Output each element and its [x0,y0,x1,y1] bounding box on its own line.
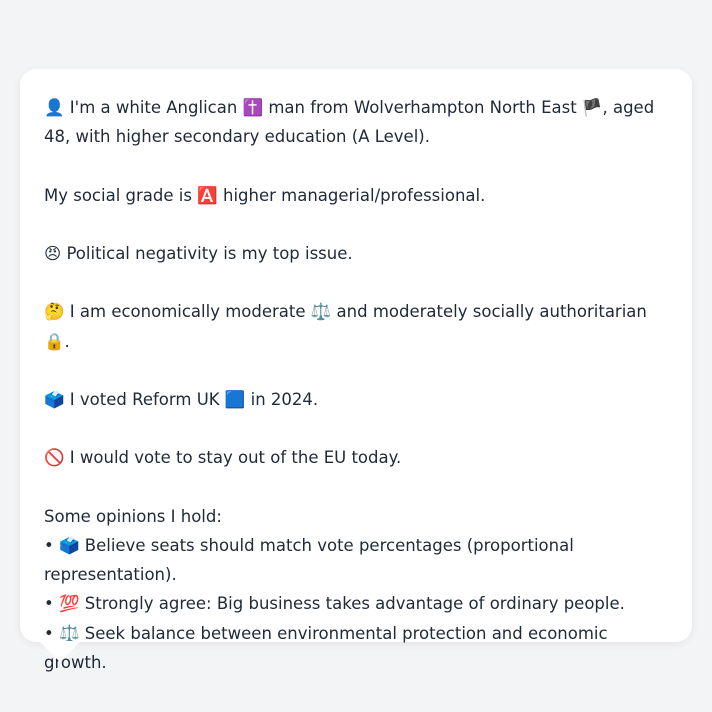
opinion-item: • ⚖️ Seek balance between environmental … [44,623,608,672]
social-grade-text: My social grade is 🅰️ higher managerial/… [44,185,486,205]
intro-text: 👤 I'm a white Anglican ✝️ man from Wolve… [44,98,655,147]
opinion-item: • 💯 Strongly agree: Big business takes a… [44,594,625,614]
vote-2024-text: 🗳️ I voted Reform UK 🟦 in 2024. [44,389,319,409]
speech-bubble-tail [39,641,81,662]
opinions-heading: Some opinions I hold: [44,506,222,526]
persona-message-card: 👤 I'm a white Anglican ✝️ man from Wolve… [20,69,692,672]
eu-vote-text: 🚫 I would vote to stay out of the EU tod… [44,448,402,468]
top-issue-text: 😠 Political negativity is my top issue. [44,243,353,263]
ideology-text: 🤔 I am economically moderate ⚖️ and mode… [44,302,647,351]
opinion-item: • 🗳️ Believe seats should match vote per… [44,535,574,585]
